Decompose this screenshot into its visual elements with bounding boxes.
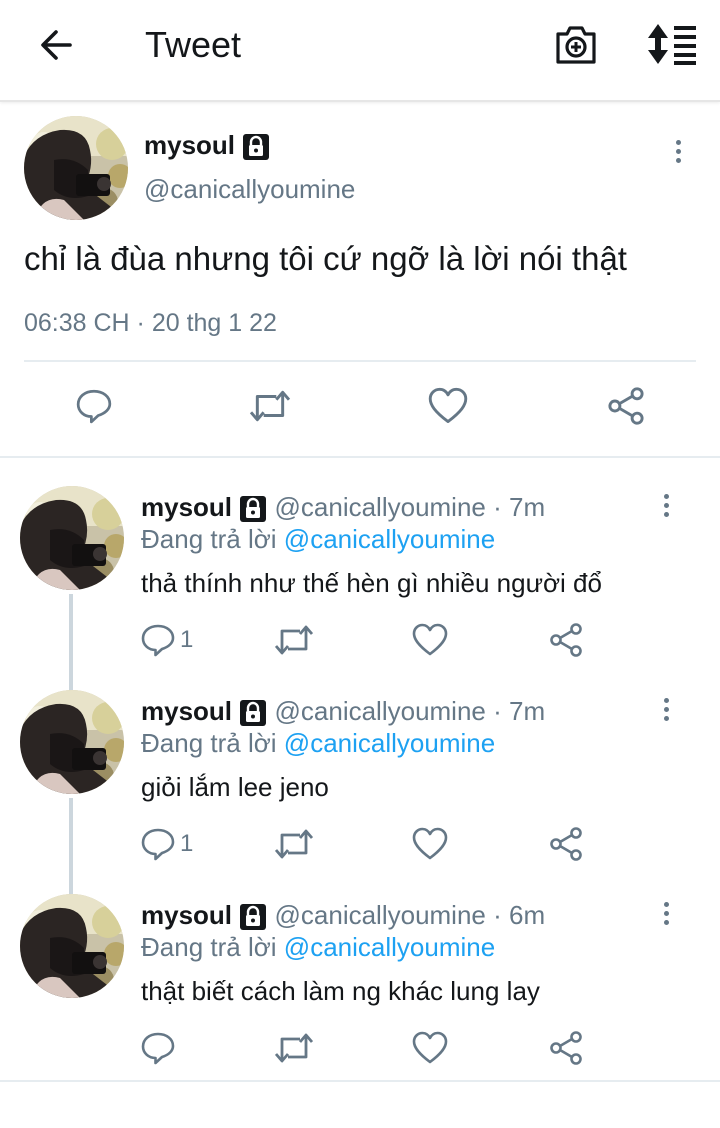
handle-time: @canicallyoumine · 7m — [274, 696, 546, 726]
divider — [0, 1080, 720, 1082]
reply-header: mysoul @canicallyoumine · 7m — [141, 694, 545, 728]
retweet-icon[interactable] — [272, 822, 316, 866]
author-name[interactable]: mysoul — [141, 492, 232, 522]
more-options-icon[interactable] — [654, 692, 678, 726]
lock-icon — [239, 699, 267, 727]
divider — [0, 456, 720, 458]
author-name[interactable]: mysoul — [141, 696, 232, 726]
replying-to: Đang trả lời @canicallyoumine — [141, 726, 495, 760]
replying-prefix: Đang trả lời — [141, 524, 277, 554]
replying-to: Đang trả lời @canicallyoumine — [141, 930, 495, 964]
like-heart-icon[interactable] — [408, 822, 452, 866]
reply-header: mysoul @canicallyoumine · 6m — [141, 898, 545, 932]
avatar[interactable] — [20, 690, 124, 794]
like-heart-icon[interactable] — [408, 1026, 452, 1070]
more-options-icon[interactable] — [654, 896, 678, 930]
reply-tweet[interactable]: mysoul @canicallyoumine · 7m Đang trả lờ… — [0, 690, 720, 900]
author-name[interactable]: mysoul — [141, 900, 232, 930]
more-options-icon[interactable] — [666, 134, 690, 168]
retweet-icon[interactable] — [272, 1026, 316, 1070]
avatar[interactable] — [24, 116, 128, 220]
share-icon[interactable] — [604, 384, 648, 428]
avatar[interactable] — [20, 486, 124, 590]
tweet-text: chỉ là đùa nhưng tôi cứ ngỡ là lời nói t… — [24, 240, 627, 277]
author-name-row: mysoul — [144, 128, 270, 162]
back-arrow-icon[interactable] — [32, 24, 80, 66]
reply-tweet[interactable]: mysoul @canicallyoumine · 6m Đang trả lờ… — [0, 894, 720, 1098]
mention-link[interactable]: @canicallyoumine — [284, 932, 495, 962]
handle-time: @canicallyoumine · 7m — [274, 492, 546, 522]
reply-text: thật biết cách làm ng khác lung lay — [141, 976, 540, 1006]
replying-prefix: Đang trả lời — [141, 932, 277, 962]
reply-icon[interactable] — [136, 1026, 180, 1070]
replying-to: Đang trả lời @canicallyoumine — [141, 522, 495, 556]
handle-time: @canicallyoumine · 6m — [274, 900, 546, 930]
retweet-icon[interactable] — [272, 618, 316, 662]
top-app-bar: Tweet — [0, 0, 720, 102]
like-heart-icon[interactable] — [408, 618, 452, 662]
lock-icon — [242, 133, 270, 161]
share-icon[interactable] — [544, 618, 588, 662]
reply-icon[interactable] — [136, 618, 180, 662]
reply-icon[interactable] — [72, 384, 116, 428]
reply-actions — [0, 1026, 720, 1070]
reply-actions: 1 — [0, 822, 720, 866]
more-options-icon[interactable] — [654, 488, 678, 522]
author-handle[interactable]: @canicallyoumine — [144, 172, 355, 206]
reply-text: giỏi lắm lee jeno — [141, 772, 329, 802]
avatar[interactable] — [20, 894, 124, 998]
retweet-icon[interactable] — [248, 384, 292, 428]
reply-actions: 1 — [0, 618, 720, 662]
sort-icon[interactable] — [646, 22, 698, 66]
lock-icon — [239, 495, 267, 523]
mention-link[interactable]: @canicallyoumine — [284, 524, 495, 554]
reply-icon[interactable] — [136, 822, 180, 866]
tweet-timestamp: 06:38 CH · 20 thg 1 22 — [24, 309, 277, 337]
page-title: Tweet — [145, 24, 242, 65]
share-icon[interactable] — [544, 1026, 588, 1070]
replying-prefix: Đang trả lời — [141, 728, 277, 758]
reply-count: 1 — [180, 830, 194, 857]
lock-icon — [239, 903, 267, 931]
mention-link[interactable]: @canicallyoumine — [284, 728, 495, 758]
tweet-actions — [0, 384, 720, 434]
author-name[interactable]: mysoul — [144, 130, 235, 160]
reply-tweet[interactable]: mysoul @canicallyoumine · 7m Đang trả lờ… — [0, 486, 720, 696]
reply-header: mysoul @canicallyoumine · 7m — [141, 490, 545, 524]
reply-text: thả thính như thế hèn gì nhiều người đổ — [141, 568, 602, 598]
like-heart-icon[interactable] — [426, 384, 470, 428]
share-icon[interactable] — [544, 822, 588, 866]
reply-count: 1 — [180, 626, 194, 653]
camera-plus-icon[interactable] — [554, 24, 598, 66]
divider — [24, 360, 696, 362]
